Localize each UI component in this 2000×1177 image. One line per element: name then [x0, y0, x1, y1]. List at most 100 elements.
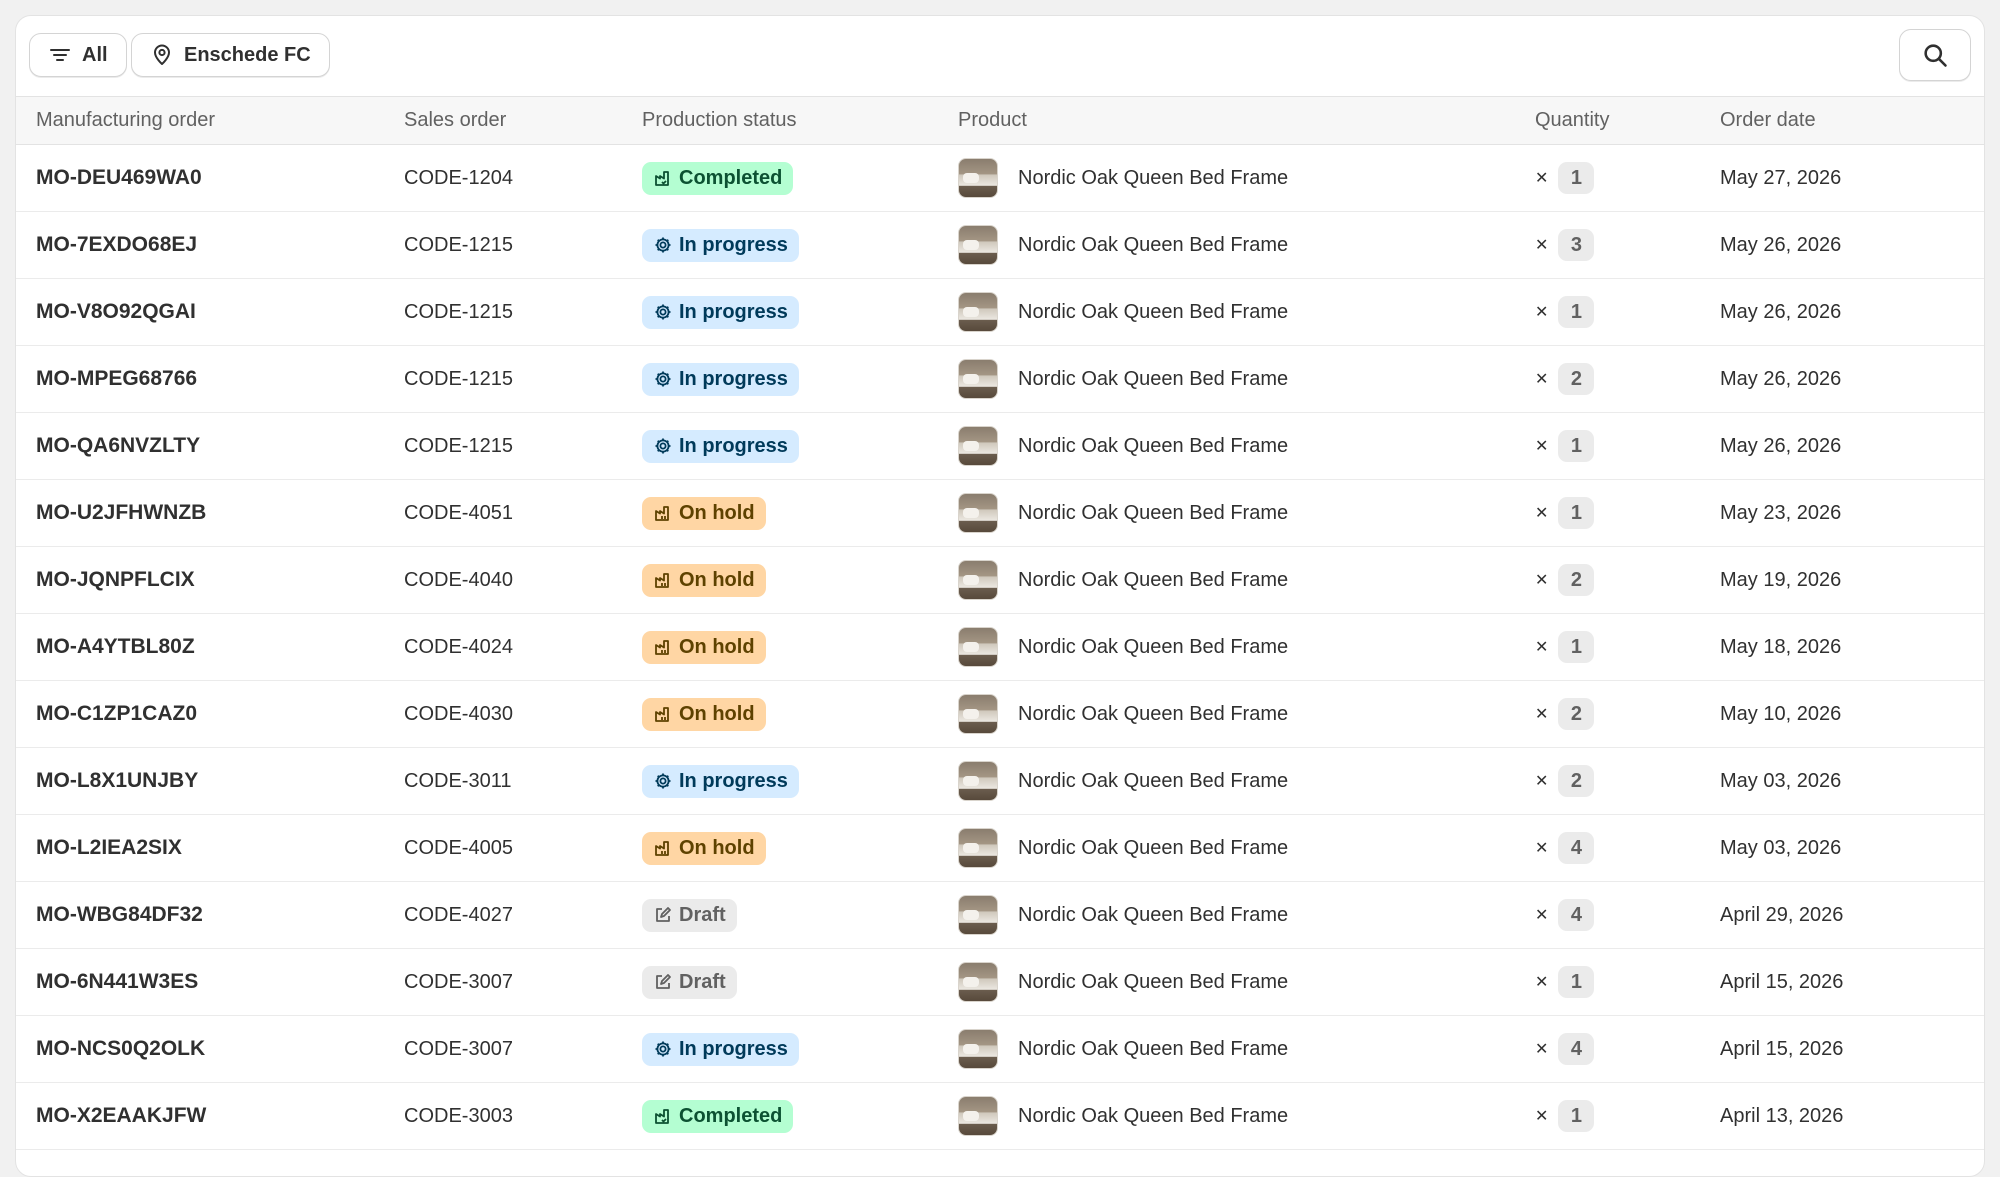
table-row[interactable]: MO-6N441W3ES CODE-3007 Draft Nordic Oak …	[16, 949, 1984, 1016]
manufacturing-order-id[interactable]: MO-6N441W3ES	[36, 949, 198, 1015]
status-label: In progress	[679, 769, 788, 792]
order-date: May 03, 2026	[1720, 836, 1842, 859]
quantity-cell: ✕ 1	[1535, 413, 1595, 479]
manufacturing-order-id[interactable]: MO-A4YTBL80Z	[36, 614, 195, 680]
table-row[interactable]: MO-WBG84DF32 CODE-4027 Draft Nordic Oak …	[16, 882, 1984, 949]
location-filter-button[interactable]: Enschede FC	[131, 33, 330, 77]
table-row[interactable]: MO-JQNPFLCIX CODE-4040 On hold Nordic Oa…	[16, 547, 1984, 614]
manufacturing-order-id[interactable]: MO-NCS0Q2OLK	[36, 1016, 205, 1082]
factory-check-icon	[653, 1106, 673, 1126]
quantity-badge: 4	[1558, 832, 1595, 864]
search-icon	[1924, 44, 1947, 67]
table-row[interactable]: MO-V8O92QGAI CODE-1215 In progress Nordi…	[16, 279, 1984, 346]
search-button[interactable]	[1899, 29, 1971, 81]
column-header-manufacturing-order[interactable]: Manufacturing order	[36, 109, 215, 132]
quantity-badge: 1	[1558, 296, 1595, 328]
manufacturing-order-id[interactable]: MO-MPEG68766	[36, 346, 197, 412]
manufacturing-order-id[interactable]: MO-7EXDO68EJ	[36, 212, 197, 278]
status-label: In progress	[679, 233, 788, 256]
table-row[interactable]: MO-QA6NVZLTY CODE-1215 In progress Nordi…	[16, 413, 1984, 480]
product-name: Nordic Oak Queen Bed Frame	[1018, 1037, 1289, 1060]
quantity-cell: ✕ 1	[1535, 480, 1595, 546]
status-badge: In progress	[642, 295, 799, 329]
table-row[interactable]: MO-L8X1UNJBY CODE-3011 In progress Nordi…	[16, 748, 1984, 815]
order-date: May 26, 2026	[1720, 233, 1842, 256]
manufacturing-order-id[interactable]: MO-V8O92QGAI	[36, 279, 196, 345]
multiply-icon: ✕	[1535, 438, 1549, 455]
quantity-badge: 1	[1558, 430, 1595, 462]
edit-note-icon	[653, 972, 673, 992]
gear-icon	[653, 771, 673, 791]
manufacturing-order-id[interactable]: MO-X2EAAKJFW	[36, 1083, 206, 1149]
status-badge: In progress	[642, 429, 799, 463]
product-name: Nordic Oak Queen Bed Frame	[1018, 300, 1289, 323]
quantity-cell: ✕ 1	[1535, 614, 1595, 680]
status-badge: In progress	[642, 1032, 799, 1066]
column-header-product[interactable]: Product	[958, 109, 1027, 132]
manufacturing-order-id[interactable]: MO-C1ZP1CAZ0	[36, 681, 197, 747]
quantity-cell: ✕ 2	[1535, 681, 1595, 747]
status-cell: On hold	[642, 480, 766, 546]
manufacturing-order-id[interactable]: MO-U2JFHWNZB	[36, 480, 206, 546]
status-label: On hold	[679, 501, 755, 524]
status-cell: Draft	[642, 882, 737, 948]
quantity-badge: 2	[1558, 363, 1595, 395]
column-header-sales-order[interactable]: Sales order	[404, 109, 506, 132]
table-row[interactable]: MO-C1ZP1CAZ0 CODE-4030 On hold Nordic Oa…	[16, 681, 1984, 748]
multiply-icon: ✕	[1535, 773, 1549, 790]
product-thumbnail	[958, 761, 998, 801]
order-date: May 10, 2026	[1720, 702, 1842, 725]
table-row[interactable]: MO-7EXDO68EJ CODE-1215 In progress Nordi…	[16, 212, 1984, 279]
table-body: MO-DEU469WA0 CODE-1204 Completed Nordic …	[16, 145, 1984, 1150]
manufacturing-order-id[interactable]: MO-QA6NVZLTY	[36, 413, 200, 479]
table-header: Manufacturing order Sales order Producti…	[16, 97, 1984, 145]
status-cell: In progress	[642, 212, 799, 278]
order-date: May 26, 2026	[1720, 434, 1842, 457]
product-cell: Nordic Oak Queen Bed Frame	[958, 882, 1288, 948]
table-row[interactable]: MO-MPEG68766 CODE-1215 In progress Nordi…	[16, 346, 1984, 413]
product-thumbnail	[958, 493, 998, 533]
product-cell: Nordic Oak Queen Bed Frame	[958, 279, 1288, 345]
status-label: In progress	[679, 1037, 788, 1060]
order-date: May 23, 2026	[1720, 501, 1842, 524]
table-row[interactable]: MO-A4YTBL80Z CODE-4024 On hold Nordic Oa…	[16, 614, 1984, 681]
product-thumbnail	[958, 1029, 998, 1069]
product-name: Nordic Oak Queen Bed Frame	[1018, 166, 1289, 189]
status-label: Completed	[679, 166, 783, 189]
quantity-cell: ✕ 2	[1535, 748, 1595, 814]
status-label: Draft	[679, 970, 726, 993]
column-header-production-status[interactable]: Production status	[642, 109, 797, 132]
quantity-badge: 2	[1558, 698, 1595, 730]
order-date: April 13, 2026	[1720, 1104, 1844, 1127]
status-label: On hold	[679, 568, 755, 591]
quantity-badge: 1	[1558, 497, 1595, 529]
manufacturing-order-id[interactable]: MO-L8X1UNJBY	[36, 748, 198, 814]
manufacturing-order-id[interactable]: MO-DEU469WA0	[36, 145, 202, 211]
status-cell: In progress	[642, 1016, 799, 1082]
manufacturing-order-id[interactable]: MO-WBG84DF32	[36, 882, 203, 948]
table-row[interactable]: MO-L2IEA2SIX CODE-4005 On hold Nordic Oa…	[16, 815, 1984, 882]
manufacturing-order-id[interactable]: MO-L2IEA2SIX	[36, 815, 182, 881]
quantity-cell: ✕ 4	[1535, 882, 1595, 948]
table-row[interactable]: MO-U2JFHWNZB CODE-4051 On hold Nordic Oa…	[16, 480, 1984, 547]
product-thumbnail	[958, 560, 998, 600]
quantity-badge: 1	[1558, 966, 1595, 998]
sales-order-code: CODE-4027	[404, 903, 513, 926]
manufacturing-order-id[interactable]: MO-JQNPFLCIX	[36, 547, 195, 613]
product-cell: Nordic Oak Queen Bed Frame	[958, 1083, 1288, 1149]
status-badge: On hold	[642, 697, 766, 731]
multiply-icon: ✕	[1535, 706, 1549, 723]
product-name: Nordic Oak Queen Bed Frame	[1018, 1104, 1289, 1127]
filter-all-button[interactable]: All	[29, 33, 127, 77]
table-row[interactable]: MO-NCS0Q2OLK CODE-3007 In progress Nordi…	[16, 1016, 1984, 1083]
table-row[interactable]: MO-DEU469WA0 CODE-1204 Completed Nordic …	[16, 145, 1984, 212]
table-row[interactable]: MO-X2EAAKJFW CODE-3003 Completed Nordic …	[16, 1083, 1984, 1150]
status-label: Completed	[679, 1104, 783, 1127]
status-cell: Completed	[642, 1083, 794, 1149]
column-header-order-date[interactable]: Order date	[1720, 109, 1816, 132]
sales-order-code: CODE-1215	[404, 434, 513, 457]
column-header-quantity[interactable]: Quantity	[1535, 109, 1609, 132]
quantity-badge: 1	[1558, 1100, 1595, 1132]
sales-order-code: CODE-1215	[404, 233, 513, 256]
product-cell: Nordic Oak Queen Bed Frame	[958, 681, 1288, 747]
